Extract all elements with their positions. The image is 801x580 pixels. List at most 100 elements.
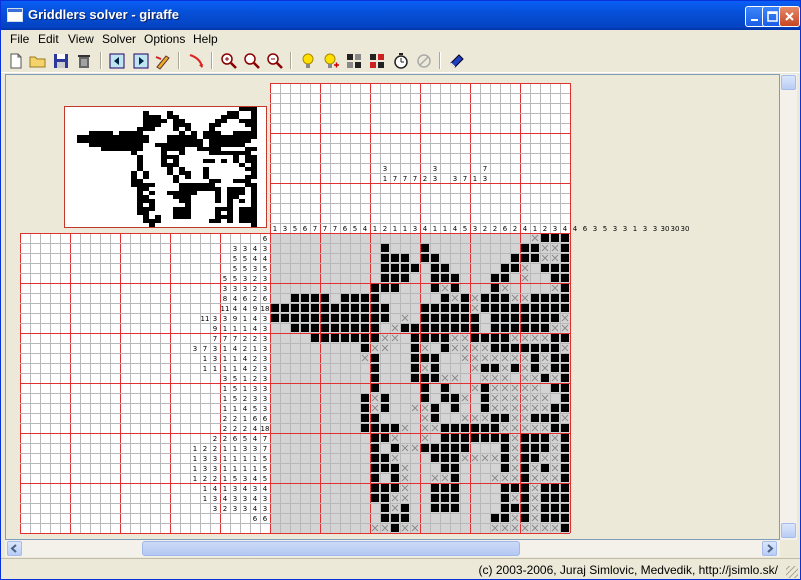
menu-file[interactable]: File [10,32,29,46]
filled-cell[interactable] [401,514,409,522]
filled-cell[interactable] [561,264,569,272]
filled-cell[interactable] [291,324,299,332]
horizontal-scrollbar[interactable] [5,540,780,557]
filled-cell[interactable] [441,324,449,332]
filled-cell[interactable] [501,314,509,322]
filled-cell[interactable] [521,244,529,252]
filled-cell[interactable] [371,384,379,392]
filled-cell[interactable] [551,264,559,272]
filled-cell[interactable] [371,354,379,362]
filled-cell[interactable] [341,294,349,302]
save-disk-icon[interactable] [51,51,71,71]
filled-cell[interactable] [371,324,379,332]
filled-cell[interactable] [431,254,439,262]
filled-cell[interactable] [551,494,559,502]
filled-cell[interactable] [481,334,489,342]
filled-cell[interactable] [371,374,379,382]
filled-cell[interactable] [331,324,339,332]
filled-cell[interactable] [421,384,429,392]
filled-cell[interactable] [361,314,369,322]
filled-cell[interactable] [491,294,499,302]
filled-cell[interactable] [561,484,569,492]
filled-cell[interactable] [501,304,509,312]
filled-cell[interactable] [521,504,529,512]
filled-cell[interactable] [421,444,429,452]
filled-cell[interactable] [561,374,569,382]
filled-cell[interactable] [531,344,539,352]
filled-cell[interactable] [511,504,519,512]
filled-cell[interactable] [541,484,549,492]
filled-cell[interactable] [281,314,289,322]
filled-cell[interactable] [351,294,359,302]
filled-cell[interactable] [491,324,499,332]
clear-undo-icon[interactable] [186,51,206,71]
filled-cell[interactable] [441,294,449,302]
filled-cell[interactable] [371,484,379,492]
filled-cell[interactable] [321,314,329,322]
filled-cell[interactable] [401,324,409,332]
stop-icon[interactable] [414,51,434,71]
filled-cell[interactable] [561,504,569,512]
filled-cell[interactable] [491,434,499,442]
filled-cell[interactable] [431,484,439,492]
filled-cell[interactable] [451,304,459,312]
filled-cell[interactable] [431,444,439,452]
filled-cell[interactable] [431,264,439,272]
filled-cell[interactable] [501,264,509,272]
filled-cell[interactable] [431,494,439,502]
filled-cell[interactable] [561,364,569,372]
filled-cell[interactable] [481,304,489,312]
filled-cell[interactable] [381,394,389,402]
filled-cell[interactable] [531,444,539,452]
filled-cell[interactable] [501,464,509,472]
filled-cell[interactable] [491,284,499,292]
filled-cell[interactable] [371,294,379,302]
filled-cell[interactable] [351,314,359,322]
filled-cell[interactable] [391,444,399,452]
hint-plus-icon[interactable] [321,51,341,71]
filled-cell[interactable] [441,344,449,352]
filled-cell[interactable] [511,484,519,492]
step-back-icon[interactable] [107,51,127,71]
filled-cell[interactable] [381,284,389,292]
filled-cell[interactable] [521,444,529,452]
filled-cell[interactable] [441,334,449,342]
solve-all-icon[interactable] [367,51,387,71]
filled-cell[interactable] [531,434,539,442]
filled-cell[interactable] [501,324,509,332]
filled-cell[interactable] [511,344,519,352]
filled-cell[interactable] [511,314,519,322]
filled-cell[interactable] [361,344,369,352]
filled-cell[interactable] [551,424,559,432]
filled-cell[interactable] [561,294,569,302]
solve-icon[interactable] [344,51,364,71]
filled-cell[interactable] [411,324,419,332]
filled-cell[interactable] [451,274,459,282]
filled-cell[interactable] [341,334,349,342]
filled-cell[interactable] [541,374,549,382]
menu-edit[interactable]: Edit [38,32,59,46]
filled-cell[interactable] [471,314,479,322]
filled-cell[interactable] [551,344,559,352]
menu-solver[interactable]: Solver [102,32,136,46]
filled-cell[interactable] [421,334,429,342]
filled-cell[interactable] [481,394,489,402]
filled-cell[interactable] [521,494,529,502]
filled-cell[interactable] [561,284,569,292]
filled-cell[interactable] [441,464,449,472]
filled-cell[interactable] [441,394,449,402]
filled-cell[interactable] [451,424,459,432]
filled-cell[interactable] [331,304,339,312]
filled-cell[interactable] [561,334,569,342]
filled-cell[interactable] [521,474,529,482]
filled-cell[interactable] [381,504,389,512]
filled-cell[interactable] [441,384,449,392]
filled-cell[interactable] [561,444,569,452]
zoom-in-icon[interactable] [219,51,239,71]
filled-cell[interactable] [561,394,569,402]
filled-cell[interactable] [321,334,329,342]
filled-cell[interactable] [541,344,549,352]
filled-cell[interactable] [501,274,509,282]
filled-cell[interactable] [531,454,539,462]
filled-cell[interactable] [541,494,549,502]
